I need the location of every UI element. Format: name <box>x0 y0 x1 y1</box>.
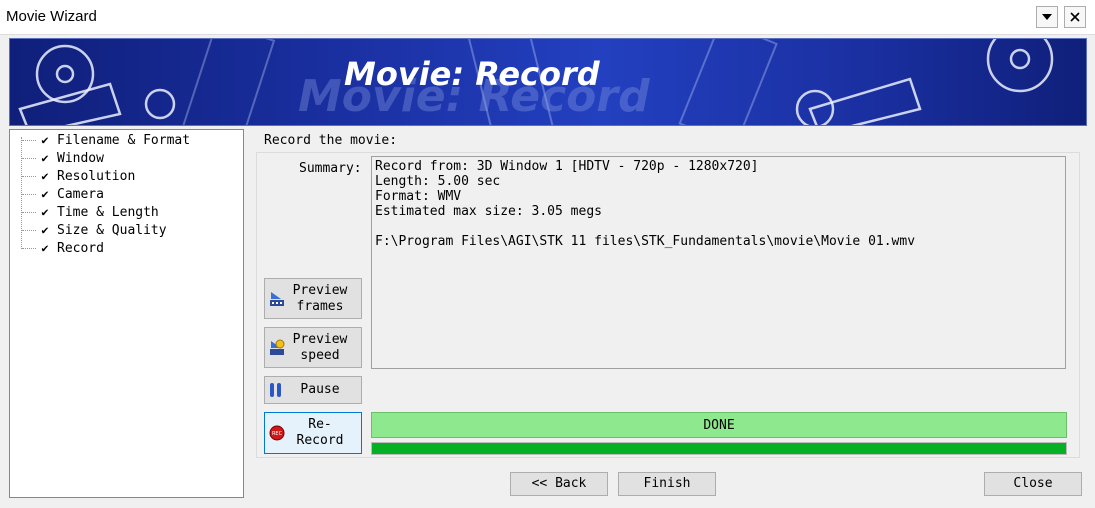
tree-connector <box>22 229 36 231</box>
progress-bar <box>371 442 1067 455</box>
menu-dropdown-button[interactable] <box>1036 6 1058 28</box>
tree-connector <box>22 175 36 177</box>
close-icon <box>1070 12 1080 22</box>
chevron-down-icon <box>1042 14 1052 20</box>
checkmark-icon: ✔ <box>41 241 49 255</box>
window-title: Movie Wizard <box>6 8 97 25</box>
pause-icon <box>270 383 281 397</box>
tree-item[interactable]: ✔ Camera <box>22 185 104 203</box>
preview-frames-icon <box>270 291 284 306</box>
close-label: Close <box>1013 476 1053 491</box>
back-button[interactable]: << Back <box>510 472 608 496</box>
tree-item[interactable]: ✔ Record <box>22 239 104 257</box>
tree-item[interactable]: ✔ Size & Quality <box>22 221 167 239</box>
tree-item-label: Size & Quality <box>57 222 167 238</box>
status-text: DONE <box>703 417 735 433</box>
tree-item-label: Camera <box>57 186 104 202</box>
tree-item[interactable]: ✔ Filename & Format <box>22 131 190 149</box>
checkmark-icon: ✔ <box>41 169 49 183</box>
tree-item[interactable]: ✔ Time & Length <box>22 203 159 221</box>
checkmark-icon: ✔ <box>41 187 49 201</box>
tree-item[interactable]: ✔ Window <box>22 149 104 167</box>
group-label: Record the movie: <box>264 133 398 148</box>
tree-connector <box>22 193 36 195</box>
tree-connector <box>22 247 36 249</box>
preview-frames-button[interactable]: Preview frames <box>264 278 362 319</box>
title-bar: Movie Wizard <box>0 0 1095 35</box>
tree-item-label: Window <box>57 150 104 166</box>
tree-connector <box>22 211 36 213</box>
status-bar: DONE <box>371 412 1067 438</box>
tree-connector <box>22 157 36 159</box>
checkmark-icon: ✔ <box>41 205 49 219</box>
pause-label: Pause <box>300 382 340 397</box>
record-icon: REC <box>269 425 285 441</box>
summary-label: Summary: <box>299 161 362 176</box>
pause-button[interactable]: Pause <box>264 376 362 404</box>
tree-item[interactable]: ✔ Resolution <box>22 167 135 185</box>
back-label: << Back <box>531 476 587 491</box>
svg-text:REC: REC <box>272 431 283 437</box>
preview-frames-label: Preview frames <box>292 282 348 314</box>
checkmark-icon: ✔ <box>41 151 49 165</box>
banner-title: Movie: Record <box>344 55 600 93</box>
finish-button[interactable]: Finish <box>618 472 716 496</box>
rerecord-button[interactable]: REC Re- Record <box>264 412 362 454</box>
tree-item-label: Record <box>57 240 104 256</box>
tree-item-label: Time & Length <box>57 204 159 220</box>
tree-item-label: Resolution <box>57 168 136 184</box>
checkmark-icon: ✔ <box>41 223 49 237</box>
checkmark-icon: ✔ <box>41 133 49 147</box>
summary-textbox[interactable]: Record from: 3D Window 1 [HDTV - 720p - … <box>371 156 1066 369</box>
tree-connector <box>22 139 36 141</box>
close-button[interactable]: Close <box>984 472 1082 496</box>
finish-label: Finish <box>643 476 691 491</box>
rerecord-label: Re- Record <box>296 417 344 448</box>
preview-speed-icon <box>270 339 285 355</box>
preview-speed-button[interactable]: Preview speed <box>264 327 362 368</box>
preview-speed-label: Preview speed <box>292 331 348 363</box>
close-window-button[interactable] <box>1064 6 1086 28</box>
wizard-banner: Movie: Record Movie: Record <box>9 38 1087 126</box>
progress-fill <box>372 443 1066 454</box>
tree-item-label: Filename & Format <box>57 132 191 148</box>
